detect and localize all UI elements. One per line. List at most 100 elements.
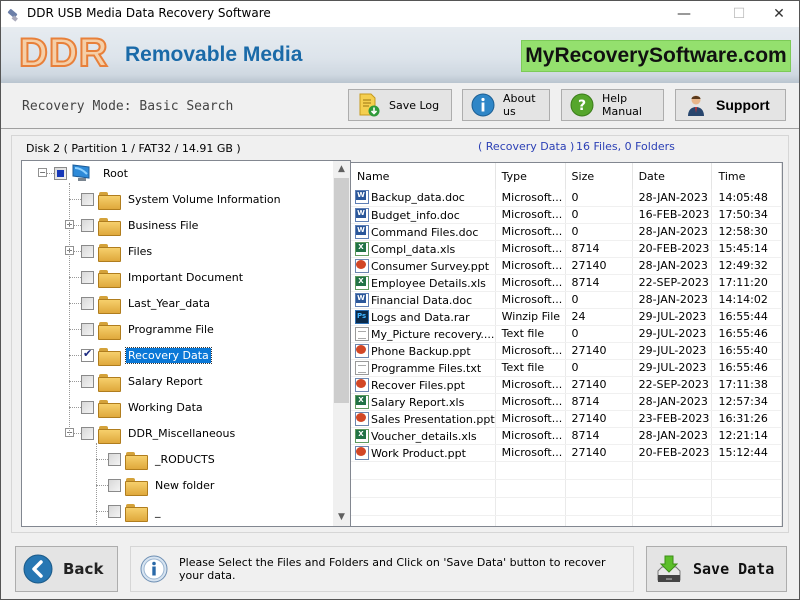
toolbar: Recovery Mode: Basic Search Save Log Abo… [1, 83, 799, 129]
info-icon [471, 93, 495, 117]
ps-file-icon [355, 309, 369, 324]
file-row[interactable]: Work Product.ppt Microsoft... 27140 20-FEB-… [351, 444, 782, 462]
file-name: Compl_data.xls [371, 242, 456, 256]
file-name: Logs and Data.rar [371, 310, 470, 324]
tree-node[interactable]: Salary Report [81, 371, 205, 392]
scroll-up-arrow[interactable]: ▲ [333, 161, 350, 178]
tree-node[interactable]: + Files [65, 241, 154, 262]
file-type-cell: Microsoft... [495, 223, 566, 241]
tree-node[interactable]: System Volume Information [81, 189, 283, 210]
save-log-button[interactable]: Save Log [348, 89, 452, 121]
file-row[interactable]: Programme Files.txt Text file 0 29-JUL-2023… [351, 359, 782, 377]
tree-checkbox[interactable] [81, 244, 94, 258]
file-date-cell: 29-JUL-2023 [632, 325, 713, 343]
file-row[interactable]: Command Files.doc Microsoft...028-JAN-202… [351, 223, 782, 241]
file-row[interactable]: Financial Data.doc Microsoft...028-JAN-20… [351, 291, 782, 309]
tree-checkbox[interactable] [81, 322, 94, 336]
collapse-icon[interactable]: − [38, 168, 47, 177]
tree-node[interactable]: Programme File [81, 319, 216, 340]
tree-node[interactable]: Recovery Data [81, 345, 212, 366]
tree-node[interactable]: _RODUCTS [108, 449, 217, 470]
tree-checkbox[interactable] [81, 426, 94, 440]
tree-checkbox[interactable] [81, 270, 94, 284]
file-size-cell: 27140 [565, 376, 633, 394]
folder-tree[interactable]: − Root System Volume Information + Business … [21, 160, 351, 527]
column-header-date[interactable]: Date [632, 163, 713, 189]
file-name-cell: My_Picture recovery.... [351, 325, 496, 343]
tree-checkbox[interactable] [81, 192, 94, 206]
file-type-cell: Text file [495, 359, 566, 377]
tree-node[interactable]: New folder [108, 475, 216, 496]
column-header-time[interactable]: Time [711, 163, 782, 189]
file-row[interactable]: Backup_data.doc Microsoft...028-JAN-20231… [351, 189, 782, 207]
minimize-button[interactable]: — [661, 1, 707, 27]
tree-scrollbar[interactable]: ▲ ▼ [333, 161, 350, 526]
save-data-button[interactable]: Save Data [646, 546, 787, 592]
file-type-cell: Microsoft... [495, 427, 566, 445]
file-row[interactable]: Budget_info.doc Microsoft...016-FEB-20231… [351, 206, 782, 224]
tree-checkbox[interactable] [108, 452, 121, 466]
tree-node[interactable]: Working Data [81, 397, 205, 418]
tree-node[interactable]: − DDR_Miscellaneous [65, 423, 237, 444]
about-us-button[interactable]: About us [462, 89, 550, 121]
website-link[interactable]: MyRecoverySoftware.com [521, 40, 791, 72]
file-size-cell: 27140 [565, 342, 633, 360]
file-date-cell: 28-JAN-2023 [632, 257, 713, 275]
file-row[interactable]: Phone Backup.ppt Microsoft... 27140 29-JUL-… [351, 342, 782, 360]
scroll-thumb[interactable] [334, 178, 349, 403]
back-button[interactable]: Back [15, 546, 118, 592]
file-size-cell: 0 [565, 189, 633, 207]
computer-icon [72, 164, 90, 181]
tree-node[interactable]: _ [108, 501, 163, 522]
file-row[interactable]: Voucher_details.xls Microsoft...871428-JA… [351, 427, 782, 445]
empty-cell [632, 461, 713, 480]
file-row[interactable]: My_Picture recovery.... Text file 0 29-JUL-… [351, 325, 782, 343]
save-log-icon [359, 93, 380, 117]
tree-checkbox[interactable] [81, 374, 94, 388]
close-button[interactable]: ✕ [756, 1, 800, 27]
file-list[interactable]: Name Type Size Date Time Backup_data.doc… [350, 162, 783, 527]
file-type-cell: Text file [495, 325, 566, 343]
empty-cell [351, 515, 496, 526]
file-row[interactable]: Sales Presentation.ppt Microsoft... 27140 2… [351, 410, 782, 428]
file-size-cell: 27140 [565, 444, 633, 462]
folder-icon [98, 295, 121, 314]
svg-text:?: ? [578, 98, 586, 114]
file-row[interactable]: Compl_data.xls Microsoft...871420-FEB-202… [351, 240, 782, 258]
column-header-size[interactable]: Size [565, 163, 633, 189]
file-size-cell: 0 [565, 325, 633, 343]
file-time-cell: 17:11:20 [711, 274, 782, 292]
file-row[interactable]: Salary Report.xls Microsoft...871428-JAN-… [351, 393, 782, 411]
tree-checkbox[interactable] [108, 478, 121, 492]
file-time-cell: 12:58:30 [711, 223, 782, 241]
tree-checkbox[interactable] [81, 347, 94, 362]
empty-cell [711, 479, 782, 498]
column-header-type[interactable]: Type [495, 163, 566, 189]
tree-checkbox[interactable] [81, 400, 94, 414]
file-name: Command Files.doc [371, 225, 479, 239]
tree-checkbox[interactable] [81, 296, 94, 310]
tree-node[interactable]: − Root [38, 163, 130, 183]
tree-node-label: Business File [128, 218, 199, 232]
tree-checkbox[interactable] [108, 504, 121, 518]
file-name: Salary Report.xls [371, 395, 465, 409]
tree-checkbox[interactable] [81, 218, 94, 232]
column-header-name[interactable]: Name [351, 163, 496, 189]
tree-checkbox[interactable] [54, 166, 67, 180]
file-row[interactable]: Consumer Survey.ppt Microsoft... 27140 28-J… [351, 257, 782, 275]
file-row[interactable]: Recover Files.ppt Microsoft... 27140 22-SEP… [351, 376, 782, 394]
tree-node[interactable]: Important Document [81, 267, 245, 288]
support-button[interactable]: Support [675, 89, 786, 121]
tree-connector [69, 183, 70, 435]
tree-node[interactable]: + Business File [65, 215, 200, 236]
file-row[interactable]: Logs and Data.rar Winzip File2429-JUL-202… [351, 308, 782, 326]
help-icon: ? [570, 93, 594, 117]
ppt-file-icon [355, 411, 369, 426]
help-manual-button[interactable]: ? Help Manual [561, 89, 664, 121]
folder-open-icon [98, 347, 121, 366]
tree-node[interactable]: Last_Year_data [81, 293, 212, 314]
tree-connector [96, 485, 108, 486]
ppt-file-icon [355, 377, 369, 392]
scroll-down-arrow[interactable]: ▼ [333, 509, 350, 526]
file-row[interactable]: Employee Details.xls Microsoft...871422-S… [351, 274, 782, 292]
